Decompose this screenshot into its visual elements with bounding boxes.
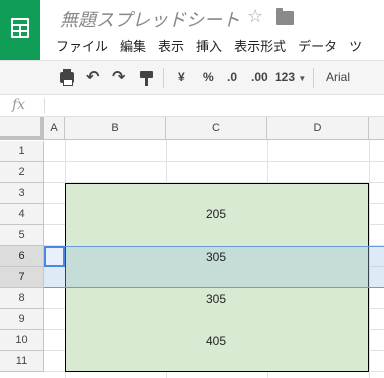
font-dropdown[interactable]: Arial <box>326 70 350 84</box>
column-header-d[interactable]: D <box>267 117 369 140</box>
number-format-dropdown[interactable]: 123 ▼ <box>275 70 306 84</box>
paint-format-icon[interactable] <box>140 71 153 86</box>
menu-tools[interactable]: ツ <box>349 36 362 55</box>
column-header-e[interactable] <box>369 117 384 140</box>
row-header-8[interactable]: 8 <box>0 288 44 309</box>
print-icon[interactable] <box>60 69 74 86</box>
menu-view[interactable]: 表示 <box>158 36 184 55</box>
menu-edit[interactable]: 編集 <box>120 36 146 55</box>
row-header-7[interactable]: 7 <box>0 267 44 288</box>
column-header-a[interactable]: A <box>44 117 65 140</box>
toolbar-divider <box>163 68 164 88</box>
row-header-5[interactable]: 5 <box>0 225 44 246</box>
sheet-grid[interactable]: A B C D 1 2 3 4 5 6 7 8 9 10 11 205 305 … <box>0 117 384 378</box>
percent-button[interactable]: % <box>203 70 214 84</box>
folder-icon[interactable] <box>276 8 294 25</box>
row-header-3[interactable]: 3 <box>0 183 44 204</box>
toolbar-divider <box>313 68 314 88</box>
column-header-c[interactable]: C <box>166 117 267 140</box>
grid-line <box>44 161 384 162</box>
increase-decimal-button[interactable]: .00 <box>251 70 268 84</box>
chevron-down-icon: ▼ <box>298 74 307 83</box>
row-header-1[interactable]: 1 <box>0 141 44 162</box>
row-header-6[interactable]: 6 <box>0 246 44 267</box>
formula-bar: fx <box>0 95 384 117</box>
row-header-4[interactable]: 4 <box>0 204 44 225</box>
row-header-11[interactable]: 11 <box>0 351 44 372</box>
menu-insert[interactable]: 挿入 <box>196 36 222 55</box>
sheets-logo-icon <box>11 18 29 38</box>
toolbar: ↶ ↷ ¥ % .0 .00 123 ▼ Arial <box>0 60 384 95</box>
active-cell-a6[interactable] <box>44 246 65 267</box>
menu-data[interactable]: データ <box>298 36 337 55</box>
cell-value[interactable]: 405 <box>166 334 266 348</box>
row-header-10[interactable]: 10 <box>0 330 44 351</box>
menu-file[interactable]: ファイル <box>56 36 108 55</box>
redo-icon[interactable]: ↷ <box>112 67 125 87</box>
menu-bar: ファイル 編集 表示 挿入 表示形式 データ ツ <box>56 36 374 55</box>
select-all-corner[interactable] <box>0 117 44 140</box>
undo-icon[interactable]: ↶ <box>86 67 99 87</box>
app-header: 無題スプレッドシート ☆ ファイル 編集 表示 挿入 表示形式 データ ツ <box>0 0 384 60</box>
cell-value[interactable]: 305 <box>166 292 266 306</box>
formula-divider <box>44 98 45 113</box>
row-header-2[interactable]: 2 <box>0 162 44 183</box>
cell-value[interactable]: 305 <box>166 250 266 264</box>
document-title[interactable]: 無題スプレッドシート <box>60 6 240 32</box>
cell-value[interactable]: 205 <box>166 207 266 221</box>
decrease-decimal-button[interactable]: .0 <box>227 70 237 84</box>
column-header-b[interactable]: B <box>65 117 166 140</box>
star-icon[interactable]: ☆ <box>247 6 263 27</box>
menu-format[interactable]: 表示形式 <box>234 36 286 55</box>
number-format-label: 123 <box>275 70 296 84</box>
row-header-9[interactable]: 9 <box>0 309 44 330</box>
fx-icon: fx <box>12 97 26 113</box>
currency-button[interactable]: ¥ <box>178 70 185 84</box>
sheets-logo[interactable] <box>0 0 40 60</box>
